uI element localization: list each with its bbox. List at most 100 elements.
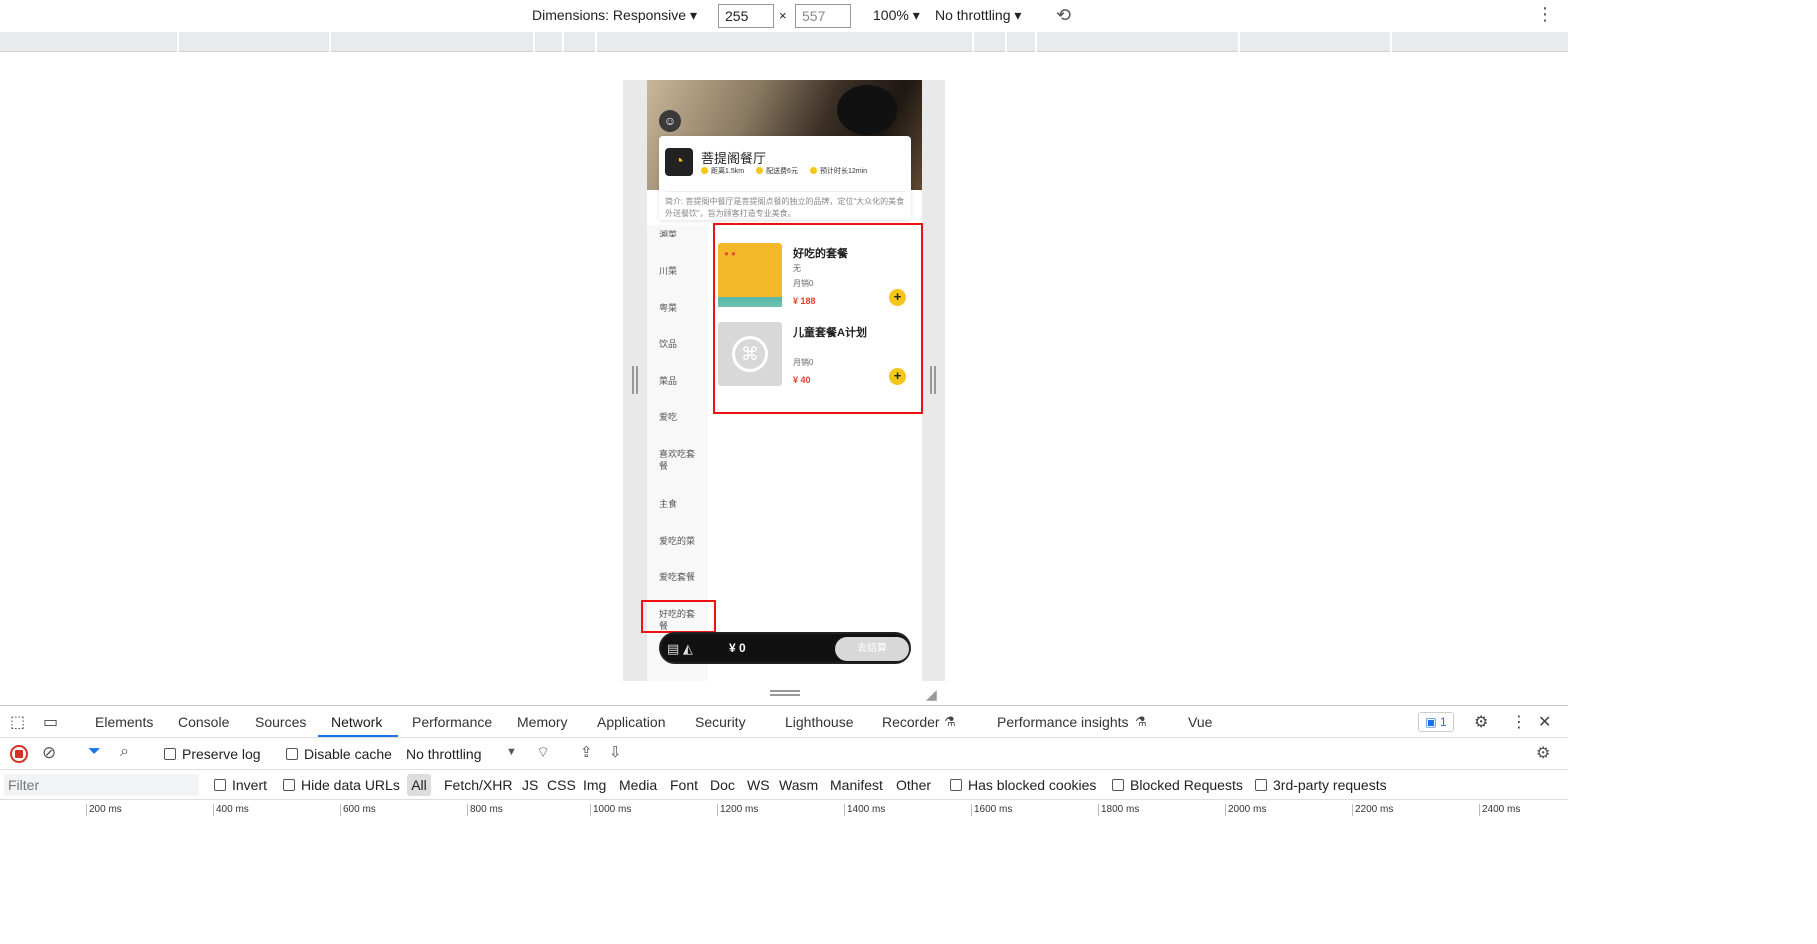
settings-gear-icon[interactable]: ⚙ <box>1474 712 1488 732</box>
tab-network[interactable]: Network <box>331 714 382 730</box>
shop-info-card: ◔ 菩提阁餐厅 距离1.5km 配送费6元 预计时长12min 简介: 菩提阁中… <box>659 136 911 220</box>
type-filter-fetch-xhr[interactable]: Fetch/XHR <box>444 777 512 793</box>
category-item[interactable]: 湘菜 <box>659 229 704 237</box>
close-icon[interactable]: ✕ <box>1538 712 1551 732</box>
flask-icon: ⚗ <box>1135 714 1147 729</box>
network-throttling-select[interactable]: No throttling <box>406 746 481 762</box>
device-toolbar: Dimensions: Responsive ▾ 255 × 557 100% … <box>0 0 1568 32</box>
checkout-button[interactable]: 去结算 <box>835 637 909 661</box>
preserve-log-checkbox[interactable]: Preserve log <box>164 746 261 762</box>
width-input[interactable]: 255 <box>718 4 774 28</box>
type-filter-js[interactable]: JS <box>522 777 538 793</box>
distance-badge: 距离1.5km <box>701 166 744 176</box>
type-filter-other[interactable]: Other <box>896 777 931 793</box>
category-item[interactable]: 菜品 <box>659 375 704 387</box>
network-conditions-icon[interactable]: ⌔ <box>536 743 550 762</box>
user-icon[interactable]: ☺ <box>659 110 681 132</box>
more-vertical-icon[interactable]: ⋮ <box>1536 4 1554 25</box>
type-filter-font[interactable]: Font <box>670 777 698 793</box>
category-item[interactable]: 爱吃的菜 <box>659 535 704 547</box>
tab-lighthouse[interactable]: Lighthouse <box>785 714 854 730</box>
third-party-checkbox[interactable]: 3rd-party requests <box>1255 777 1387 793</box>
tab-sources[interactable]: Sources <box>255 714 306 730</box>
category-item[interactable]: 主食 <box>659 498 704 510</box>
hide-data-urls-checkbox[interactable]: Hide data URLs <box>283 777 400 793</box>
type-filter-media[interactable]: Media <box>619 777 657 793</box>
tab-elements[interactable]: Elements <box>95 714 153 730</box>
timeline-tick: 200 ms <box>86 804 122 816</box>
tab-memory[interactable]: Memory <box>517 714 568 730</box>
tab-vue[interactable]: Vue <box>1188 714 1212 730</box>
more-vertical-icon[interactable]: ⋮ <box>1511 712 1527 732</box>
type-filter-doc[interactable]: Doc <box>710 777 735 793</box>
timeline-tick: 1400 ms <box>844 804 885 816</box>
category-item[interactable]: 爱吃 <box>659 411 704 423</box>
tab-recorder[interactable]: Recorder <box>882 714 940 730</box>
devtools-tabs: ⬚ ▭ Elements Console Sources Network Per… <box>0 706 1568 738</box>
network-toolbar: ⊘ ⏷ ⌕ Preserve log Disable cache No thro… <box>0 738 1568 770</box>
timeline-tick: 2400 ms <box>1479 804 1520 816</box>
inspect-icon[interactable]: ⬚ <box>10 712 25 732</box>
type-filter-ws[interactable]: WS <box>747 777 770 793</box>
dimension-separator: × <box>779 8 787 23</box>
invert-checkbox[interactable]: Invert <box>214 777 267 793</box>
resize-handle-bottom[interactable] <box>770 690 800 696</box>
flask-icon: ⚗ <box>944 714 956 729</box>
eta-badge: 预计时长12min <box>809 166 867 176</box>
type-filter-manifest[interactable]: Manifest <box>830 777 883 793</box>
category-item[interactable]: 粤菜 <box>659 302 704 314</box>
type-filter-all[interactable]: All <box>407 774 431 796</box>
filter-icon[interactable]: ⏷ <box>88 743 101 761</box>
filter-input[interactable]: Filter <box>4 774 199 796</box>
resize-corner-icon[interactable]: ◢ <box>926 686 940 702</box>
category-item[interactable]: 喜欢吃套餐 <box>659 448 701 472</box>
category-item[interactable]: 饮品 <box>659 338 704 350</box>
issues-badge[interactable]: ▣ 1 <box>1418 712 1454 732</box>
tab-performance[interactable]: Performance <box>412 714 492 730</box>
network-settings-gear-icon[interactable]: ⚙ <box>1536 743 1550 763</box>
cart-icon[interactable]: ▤ ◭ <box>667 636 707 662</box>
category-item[interactable]: 爱吃套餐 <box>659 571 704 583</box>
cart-amount: ¥ 0 <box>729 641 746 655</box>
resize-handle-right[interactable] <box>930 366 936 394</box>
tab-application[interactable]: Application <box>597 714 666 730</box>
dimensions-dropdown[interactable]: Dimensions: Responsive ▾ <box>532 7 697 24</box>
blocked-requests-checkbox[interactable]: Blocked Requests <box>1112 777 1243 793</box>
clear-icon[interactable]: ⊘ <box>42 743 56 763</box>
tab-performance-insights[interactable]: Performance insights <box>997 714 1129 730</box>
media-query-ruler[interactable] <box>0 32 1568 52</box>
import-har-icon[interactable]: ⇪ <box>580 743 593 761</box>
cart-bar: ▤ ◭ ¥ 0 去结算 <box>659 632 911 664</box>
record-stop-icon[interactable] <box>10 745 28 763</box>
shop-description: 简介: 菩提阁中餐厅是菩提阁点餐的独立的品牌，定位“大众化的美食外送餐饮”，旨为… <box>665 191 905 220</box>
timeline-tick: 1600 ms <box>971 804 1012 816</box>
active-tab-indicator <box>318 735 398 737</box>
tab-console[interactable]: Console <box>178 714 229 730</box>
tab-security[interactable]: Security <box>695 714 746 730</box>
category-item[interactable]: 川菜 <box>659 265 704 277</box>
timeline-tick: 800 ms <box>467 804 503 816</box>
export-har-icon[interactable]: ⇩ <box>609 743 622 761</box>
shop-logo: ◔ <box>665 148 693 176</box>
timeline-tick: 2000 ms <box>1225 804 1266 816</box>
timeline-tick: 1200 ms <box>717 804 758 816</box>
chevron-down-icon[interactable]: ▼ <box>506 746 517 758</box>
type-filter-css[interactable]: CSS <box>547 777 576 793</box>
device-toggle-icon[interactable]: ▭ <box>43 712 58 732</box>
timeline-tick: 1000 ms <box>590 804 631 816</box>
type-filter-img[interactable]: Img <box>583 777 606 793</box>
highlight-box-goods <box>713 223 923 414</box>
delivery-fee-badge: 配送费6元 <box>756 166 798 176</box>
shop-meta: 距离1.5km 配送费6元 预计时长12min <box>701 166 867 176</box>
rotate-icon[interactable]: ⟲ <box>1056 5 1071 26</box>
type-filter-wasm[interactable]: Wasm <box>779 777 818 793</box>
resize-handle-left[interactable] <box>632 366 638 394</box>
network-timeline[interactable]: 200 ms 400 ms 600 ms 800 ms 1000 ms 1200… <box>0 800 1568 816</box>
timeline-tick: 600 ms <box>340 804 376 816</box>
throttling-dropdown[interactable]: No throttling ▾ <box>935 7 1021 24</box>
search-icon[interactable]: ⌕ <box>120 743 129 761</box>
height-input[interactable]: 557 <box>795 4 851 28</box>
disable-cache-checkbox[interactable]: Disable cache <box>286 746 392 762</box>
zoom-dropdown[interactable]: 100% ▾ <box>873 7 920 24</box>
blocked-cookies-checkbox[interactable]: Has blocked cookies <box>950 777 1096 793</box>
